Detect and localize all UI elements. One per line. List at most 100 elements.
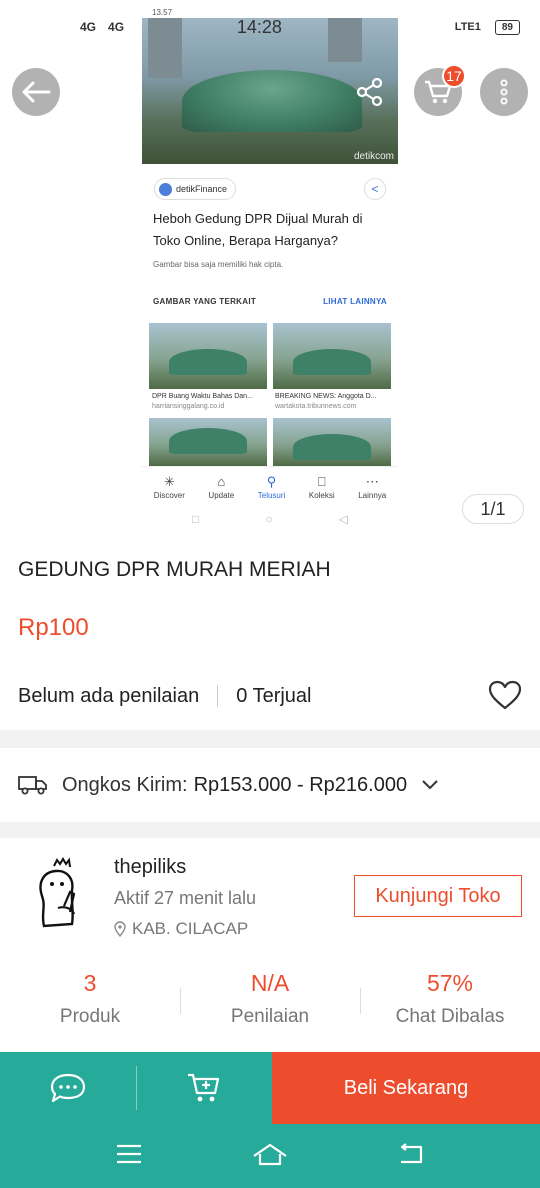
shop-location-text: KAB. CILACAP <box>132 919 249 938</box>
embedded-nav-label: Lainnya <box>358 491 387 500</box>
shop-stats: 3 Produk N/A Penilaian 57% Chat Dibalas <box>0 968 540 1038</box>
embedded-nav-label: Koleksi <box>308 491 335 500</box>
embedded-status-bar: 13.57 <box>152 8 388 18</box>
heart-icon <box>488 680 522 710</box>
location-pin-icon <box>114 921 126 937</box>
buy-now-button[interactable]: Beli Sekarang <box>272 1052 540 1124</box>
globe-icon <box>159 182 172 196</box>
related-thumbnail <box>149 323 267 389</box>
related-caption-text: DPR Buang Waktu Bahas Dan... <box>152 393 253 400</box>
triangle-icon: ◁ <box>338 512 348 526</box>
stat-products: 3 Produk <box>0 968 180 1038</box>
bookmark-icon: ⎕ <box>317 474 326 489</box>
share-icon <box>356 77 383 107</box>
square-icon: □ <box>192 512 200 526</box>
shipping-range: Rp153.000 - Rp216.000 <box>193 773 408 796</box>
rating-row: Belum ada penilaian 0 Terjual <box>18 680 522 712</box>
back-icon <box>401 1142 423 1163</box>
favorite-button[interactable] <box>488 680 522 716</box>
chat-button[interactable] <box>0 1052 136 1124</box>
related-thumbnail <box>273 323 391 389</box>
related-caption: DPR Buang Waktu Bahas Dan... harriansing… <box>152 392 272 412</box>
truck-icon <box>18 776 47 795</box>
embedded-nav-discover: ✳ Discover <box>154 475 185 500</box>
embedded-nav-label: Telusuri <box>257 491 286 500</box>
related-caption-text: BREAKING NEWS: Anggota D... <box>275 393 377 400</box>
cart-button[interactable]: 17 <box>414 64 466 116</box>
embedded-nav-label: Update <box>208 491 235 500</box>
add-to-cart-button[interactable] <box>136 1052 272 1124</box>
related-heading: GAMBAR YANG TERKAIT <box>153 297 257 306</box>
product-page: 13.57 detikcom detikFinance < Heboh Gedu… <box>0 0 540 1188</box>
related-caption: BREAKING NEWS: Anggota D... wartakota.tr… <box>275 392 395 412</box>
shop-location: KAB. CILACAP <box>114 919 248 939</box>
shop-name: thepiliks <box>114 856 187 878</box>
related-heading-row: GAMBAR YANG TERKAIT LIHAT LAINNYA <box>153 297 387 306</box>
product-image-viewer[interactable]: 13.57 detikcom detikFinance < Heboh Gedu… <box>0 0 540 540</box>
chat-icon <box>50 1073 86 1103</box>
related-more-link: LIHAT LAINNYA <box>323 297 387 306</box>
shipping-label: Ongkos Kirim: <box>62 773 188 796</box>
stat-ratings: N/A Penilaian <box>180 968 360 1038</box>
home-button[interactable] <box>252 1142 288 1171</box>
embedded-nav-telusuri: ⚲ Telusuri <box>258 475 286 500</box>
menu-button[interactable] <box>115 1143 143 1170</box>
bottom-action-bar: Beli Sekarang <box>0 1052 540 1124</box>
back-nav-button[interactable] <box>397 1142 425 1170</box>
stat-value: N/A <box>250 970 290 996</box>
shipping-row[interactable]: Ongkos Kirim: Rp153.000 - Rp216.000 <box>18 748 522 822</box>
embedded-nav-koleksi: ⎕ Koleksi <box>309 475 335 500</box>
building-tower <box>328 18 362 62</box>
source-name: detikFinance <box>176 184 228 194</box>
stat-label: Produk <box>59 1006 121 1027</box>
stat-value: 3 <box>83 970 97 996</box>
circle-icon: ○ <box>265 512 273 526</box>
search-icon: ⚲ <box>266 474 277 489</box>
shop-avatar[interactable] <box>30 856 92 934</box>
embedded-nav-label: Discover <box>153 491 185 500</box>
divider <box>217 685 219 707</box>
action-buttons-left <box>0 1052 272 1124</box>
update-icon: ⌂ <box>217 474 226 489</box>
product-title: GEDUNG DPR MURAH MERIAH <box>18 558 331 581</box>
more-icon: ⋯ <box>365 474 379 489</box>
building-tower <box>148 18 182 78</box>
article-headline: Heboh Gedung DPR Dijual Murah di Toko On… <box>153 211 363 248</box>
embedded-nav-update: ⌂ Update <box>208 475 234 500</box>
rating-text: Belum ada penilaian <box>18 684 200 707</box>
back-button[interactable] <box>12 68 60 116</box>
sold-count: 0 Terjual <box>236 684 312 707</box>
stat-chat-replied: 57% Chat Dibalas <box>360 968 540 1038</box>
product-price: Rp100 <box>18 614 89 641</box>
home-icon <box>253 1143 287 1165</box>
image-counter: 1/1 <box>462 494 524 524</box>
stat-value: 57% <box>426 970 474 996</box>
menu-icon <box>116 1144 141 1163</box>
visit-shop-button[interactable]: Kunjungi Toko <box>354 875 522 917</box>
related-thumbnail <box>149 418 267 466</box>
arrow-left-icon <box>22 81 51 103</box>
dome-shape <box>182 70 362 132</box>
system-nav-bar <box>0 1124 540 1188</box>
copyright-note: Gambar bisa saja memiliki hak cipta. <box>153 260 284 269</box>
shop-section: thepiliks Aktif 27 menit lalu KAB. CILAC… <box>0 838 540 1052</box>
embedded-status-time: 13.57 <box>152 8 173 17</box>
add-to-cart-icon <box>188 1073 220 1102</box>
related-thumbnail <box>273 418 391 466</box>
related-caption-url: harriansinggalang.co.id <box>152 403 225 410</box>
cart-count-badge: 17 <box>442 64 466 88</box>
avatar-drawing <box>39 857 76 928</box>
more-options-button[interactable] <box>480 68 528 116</box>
related-caption-url: wartakota.tribunnews.com <box>275 403 357 410</box>
share-icon: < <box>364 178 386 200</box>
shop-active-status: Aktif 27 menit lalu <box>114 888 257 908</box>
section-divider <box>0 822 540 838</box>
section-divider <box>0 730 540 748</box>
embedded-system-nav: □ ○ ◁ <box>192 512 348 526</box>
chevron-down-icon <box>422 780 438 790</box>
photo-watermark: detikcom <box>353 151 394 162</box>
asterisk-icon: ✳ <box>163 474 175 489</box>
more-vertical-icon <box>500 79 508 105</box>
share-button[interactable] <box>346 68 394 116</box>
stat-label: Chat Dibalas <box>395 1006 505 1027</box>
